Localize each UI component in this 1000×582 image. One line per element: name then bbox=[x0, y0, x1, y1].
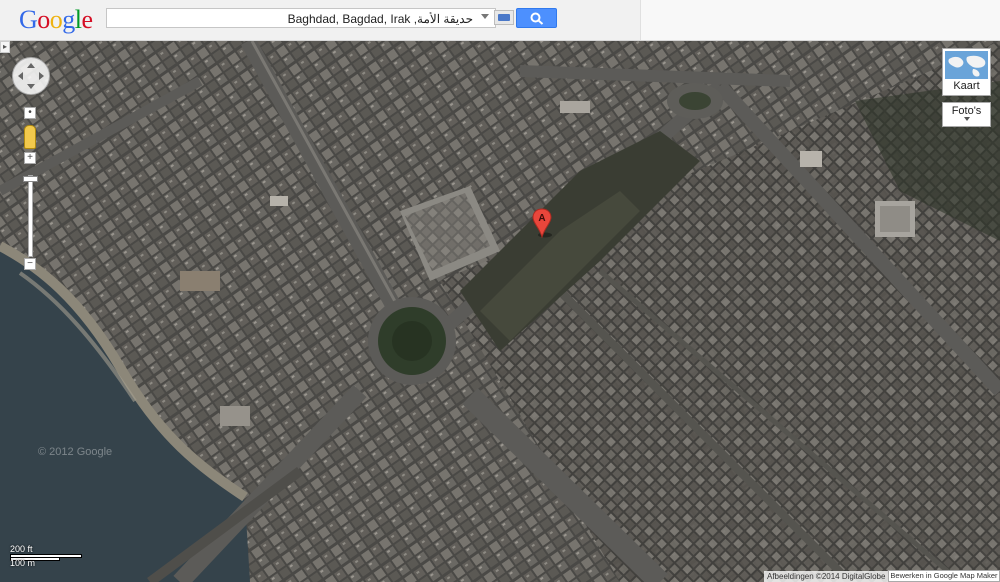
logo-letter: G bbox=[19, 5, 38, 34]
search-input[interactable] bbox=[113, 11, 473, 27]
top-bar: Google bbox=[0, 0, 1000, 41]
pan-control-icon[interactable] bbox=[12, 57, 50, 95]
logo-letter: l bbox=[74, 5, 82, 34]
photos-label: Foto's bbox=[951, 105, 982, 117]
scale-label-metric: 100 m bbox=[10, 558, 36, 568]
map-maker-link[interactable]: Bewerken in Google Map Maker bbox=[888, 570, 1000, 582]
scale-bar: 200 ft 100 m bbox=[6, 544, 82, 570]
chevron-down-icon bbox=[963, 117, 970, 121]
zoom-slider-track[interactable] bbox=[28, 175, 33, 257]
search-button[interactable] bbox=[516, 8, 557, 28]
map-type-button[interactable]: Kaart bbox=[942, 48, 991, 96]
search-icon bbox=[530, 12, 544, 25]
map-watermark: © 2012 Google bbox=[38, 446, 113, 458]
header-right-panel bbox=[640, 0, 1000, 40]
map-thumbnail-icon bbox=[945, 51, 988, 79]
keyboard-icon[interactable] bbox=[494, 10, 514, 25]
location-marker[interactable]: A bbox=[532, 208, 552, 239]
logo-letter: e bbox=[81, 5, 94, 34]
zoom-out-button[interactable]: − bbox=[24, 258, 36, 270]
logo-letter: o bbox=[37, 5, 50, 34]
satellite-map[interactable] bbox=[0, 41, 1000, 582]
map-type-label: Kaart bbox=[953, 80, 980, 92]
photos-button[interactable]: Foto's bbox=[942, 102, 991, 127]
zoom-in-button[interactable]: + bbox=[24, 152, 36, 164]
google-logo[interactable]: Google bbox=[19, 5, 93, 35]
imagery-copyright: Afbeeldingen ©2014 DigitalGlobe bbox=[764, 571, 889, 582]
pegman-icon[interactable] bbox=[24, 125, 36, 149]
pan-arrows-icon bbox=[18, 63, 44, 89]
logo-letter: g bbox=[62, 5, 75, 34]
search-history-dropdown-icon[interactable] bbox=[481, 14, 489, 19]
zoom-slider-handle[interactable] bbox=[23, 176, 38, 182]
scale-label-imperial: 200 ft bbox=[10, 544, 33, 554]
zoom-in-small-button[interactable]: • bbox=[24, 107, 36, 119]
search-box bbox=[106, 8, 496, 28]
collapse-panel-button[interactable]: ▸ bbox=[0, 41, 10, 53]
logo-letter: o bbox=[49, 5, 63, 34]
marker-label: A bbox=[538, 213, 545, 224]
app-window: Google حديقة الأمة, Baghdad, Bagdad, Ira… bbox=[0, 0, 1000, 582]
